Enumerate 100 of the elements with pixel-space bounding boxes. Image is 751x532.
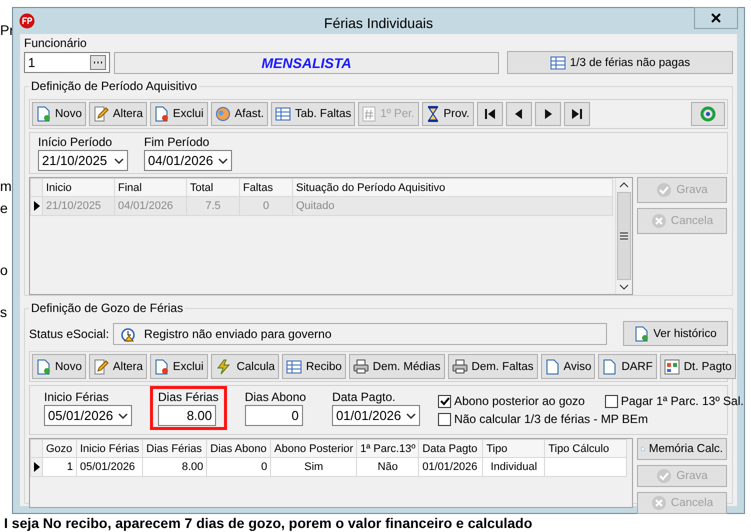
cancel-circle-icon bbox=[650, 495, 667, 511]
column-header[interactable]: Dias Abono bbox=[206, 440, 271, 458]
date-select[interactable]: 21/10/2025 bbox=[38, 150, 128, 171]
unpaid-vacation-button[interactable]: 1/3 de férias não pagas bbox=[507, 51, 733, 74]
table-cell: 04/01/2026 bbox=[114, 196, 186, 216]
toolbar-button[interactable]: Tab. Faltas bbox=[271, 102, 356, 126]
status-text: Registro não enviado para governo bbox=[144, 326, 332, 340]
background-text: s bbox=[0, 304, 7, 320]
number-field[interactable]: 8.00 bbox=[158, 405, 216, 426]
toolbar-button[interactable]: Afast. bbox=[210, 102, 268, 126]
column-header[interactable]: Total bbox=[186, 178, 240, 196]
alarm-clock-icon bbox=[120, 326, 136, 342]
row-pointer-icon bbox=[32, 461, 40, 473]
close-button[interactable] bbox=[694, 7, 738, 29]
nav-button[interactable] bbox=[476, 102, 502, 126]
date-select[interactable]: 01/01/2026 bbox=[332, 405, 420, 426]
refresh-icon bbox=[700, 106, 716, 122]
column-header[interactable]: 1ª Parc.13º bbox=[356, 440, 419, 458]
field-label: Inicio Férias bbox=[44, 390, 110, 404]
toolbar-button[interactable]: Exclui bbox=[150, 102, 208, 126]
app-logo-icon bbox=[19, 13, 35, 29]
number-field[interactable]: 0 bbox=[244, 405, 303, 426]
check-circle-icon bbox=[656, 468, 672, 484]
nav-button[interactable] bbox=[534, 102, 560, 126]
last-icon bbox=[570, 109, 582, 119]
column-header[interactable]: Tipo bbox=[482, 440, 545, 458]
toolbar-button[interactable]: Recibo bbox=[282, 354, 346, 379]
field-label: Fim Período bbox=[144, 135, 210, 149]
chevron-down-icon bbox=[118, 412, 128, 418]
group-title: Definição de Gozo de Férias bbox=[29, 301, 186, 315]
column-header[interactable]: Dias Férias bbox=[142, 440, 207, 458]
toolbar-button[interactable]: Exclui bbox=[150, 354, 208, 379]
calendar-icon bbox=[664, 358, 680, 374]
date-select[interactable]: 04/01/2026 bbox=[144, 150, 232, 171]
table-cell: 01/01/2026 bbox=[418, 458, 483, 476]
field-label: Data Pagto. bbox=[332, 390, 396, 404]
checkbox-label[interactable]: Não calcular 1/3 de férias - MP BEm bbox=[454, 412, 648, 426]
close-icon bbox=[711, 13, 721, 23]
chevron-down-icon bbox=[114, 158, 124, 164]
row-pointer-icon bbox=[32, 200, 40, 212]
printer-icon bbox=[352, 359, 369, 374]
date-select[interactable]: 05/01/2026 bbox=[44, 405, 132, 426]
column-header[interactable]: Inicio Férias bbox=[76, 440, 143, 458]
column-header[interactable]: Gozo bbox=[42, 440, 76, 458]
table-icon bbox=[275, 107, 291, 121]
column-header[interactable]: Situação do Período Aquisitivo bbox=[292, 178, 612, 196]
check-circle-icon bbox=[656, 182, 672, 198]
nav-button[interactable] bbox=[506, 102, 532, 126]
chevron-down-icon bbox=[406, 412, 416, 418]
checkbox[interactable] bbox=[438, 412, 452, 426]
nav-button[interactable] bbox=[564, 102, 590, 126]
refresh-button[interactable] bbox=[691, 102, 725, 126]
document-icon bbox=[634, 326, 650, 342]
hash-icon bbox=[362, 106, 376, 122]
column-header[interactable]: Inicio bbox=[42, 178, 114, 196]
side-button[interactable]: Memória Calc. bbox=[637, 438, 727, 460]
scrollbar[interactable] bbox=[615, 178, 632, 294]
checkbox-label[interactable]: Abono posterior ao gozo bbox=[454, 394, 585, 408]
table-cell: Individual bbox=[482, 458, 545, 476]
globe-icon bbox=[214, 106, 231, 122]
previous-icon bbox=[512, 109, 524, 119]
table-cell: Quitado bbox=[292, 196, 612, 216]
employee-field[interactable]: 1 bbox=[24, 52, 110, 73]
cancel-circle-icon bbox=[650, 213, 667, 229]
toolbar-button[interactable]: Prov. bbox=[422, 102, 474, 126]
table-cell: Não bbox=[356, 458, 419, 476]
pencil-icon bbox=[92, 358, 109, 374]
window-title: Férias Individuais bbox=[324, 15, 433, 31]
toolbar-button[interactable]: DARF bbox=[598, 354, 657, 379]
background-caption: I seja No recibo, aparecem 7 dias de gozo, porem o valor financeiro e calculado bbox=[4, 515, 532, 531]
grip-icon[interactable] bbox=[620, 232, 628, 240]
toolbar-button[interactable]: Aviso bbox=[540, 354, 596, 379]
column-header[interactable]: Faltas bbox=[240, 178, 292, 196]
group-title: Definição de Período Aquisitivo bbox=[29, 79, 200, 93]
column-header[interactable]: Data Pagto bbox=[418, 440, 483, 458]
lookup-button[interactable] bbox=[90, 55, 106, 70]
toolbar-button[interactable]: Altera bbox=[88, 354, 147, 379]
checkbox[interactable] bbox=[438, 394, 452, 408]
delete-document-icon bbox=[154, 358, 169, 374]
background-text: m bbox=[0, 178, 12, 194]
toolbar-button[interactable]: Altera bbox=[88, 102, 147, 126]
history-button[interactable]: Ver histórico bbox=[623, 321, 728, 346]
toolbar-button[interactable]: Dem. Médias bbox=[348, 354, 445, 379]
column-header[interactable]: Abono Posterior bbox=[270, 440, 357, 458]
table-icon bbox=[550, 56, 566, 70]
checkbox[interactable] bbox=[604, 394, 618, 408]
table-cell: 1 bbox=[42, 458, 76, 476]
toolbar-button[interactable]: Dt. Pagto bbox=[660, 354, 736, 379]
new-document-icon bbox=[36, 358, 51, 374]
toolbar-button[interactable]: Dem. Faltas bbox=[448, 354, 538, 379]
table-cell: 05/01/2026 bbox=[76, 458, 143, 476]
column-header[interactable]: Final bbox=[114, 178, 186, 196]
toolbar-button[interactable]: Calcula bbox=[210, 354, 279, 379]
toolbar-button[interactable]: Novo bbox=[32, 102, 86, 126]
toolbar-button[interactable]: Novo bbox=[32, 354, 86, 379]
employee-name: MENSALISTA bbox=[114, 52, 499, 74]
column-header[interactable]: Tipo Cálculo bbox=[544, 440, 627, 458]
checkbox-label[interactable]: Pagar 1ª Parc. 13º Sal. bbox=[620, 394, 744, 408]
first-icon bbox=[484, 109, 496, 119]
field-label: Status eSocial: bbox=[29, 326, 110, 340]
